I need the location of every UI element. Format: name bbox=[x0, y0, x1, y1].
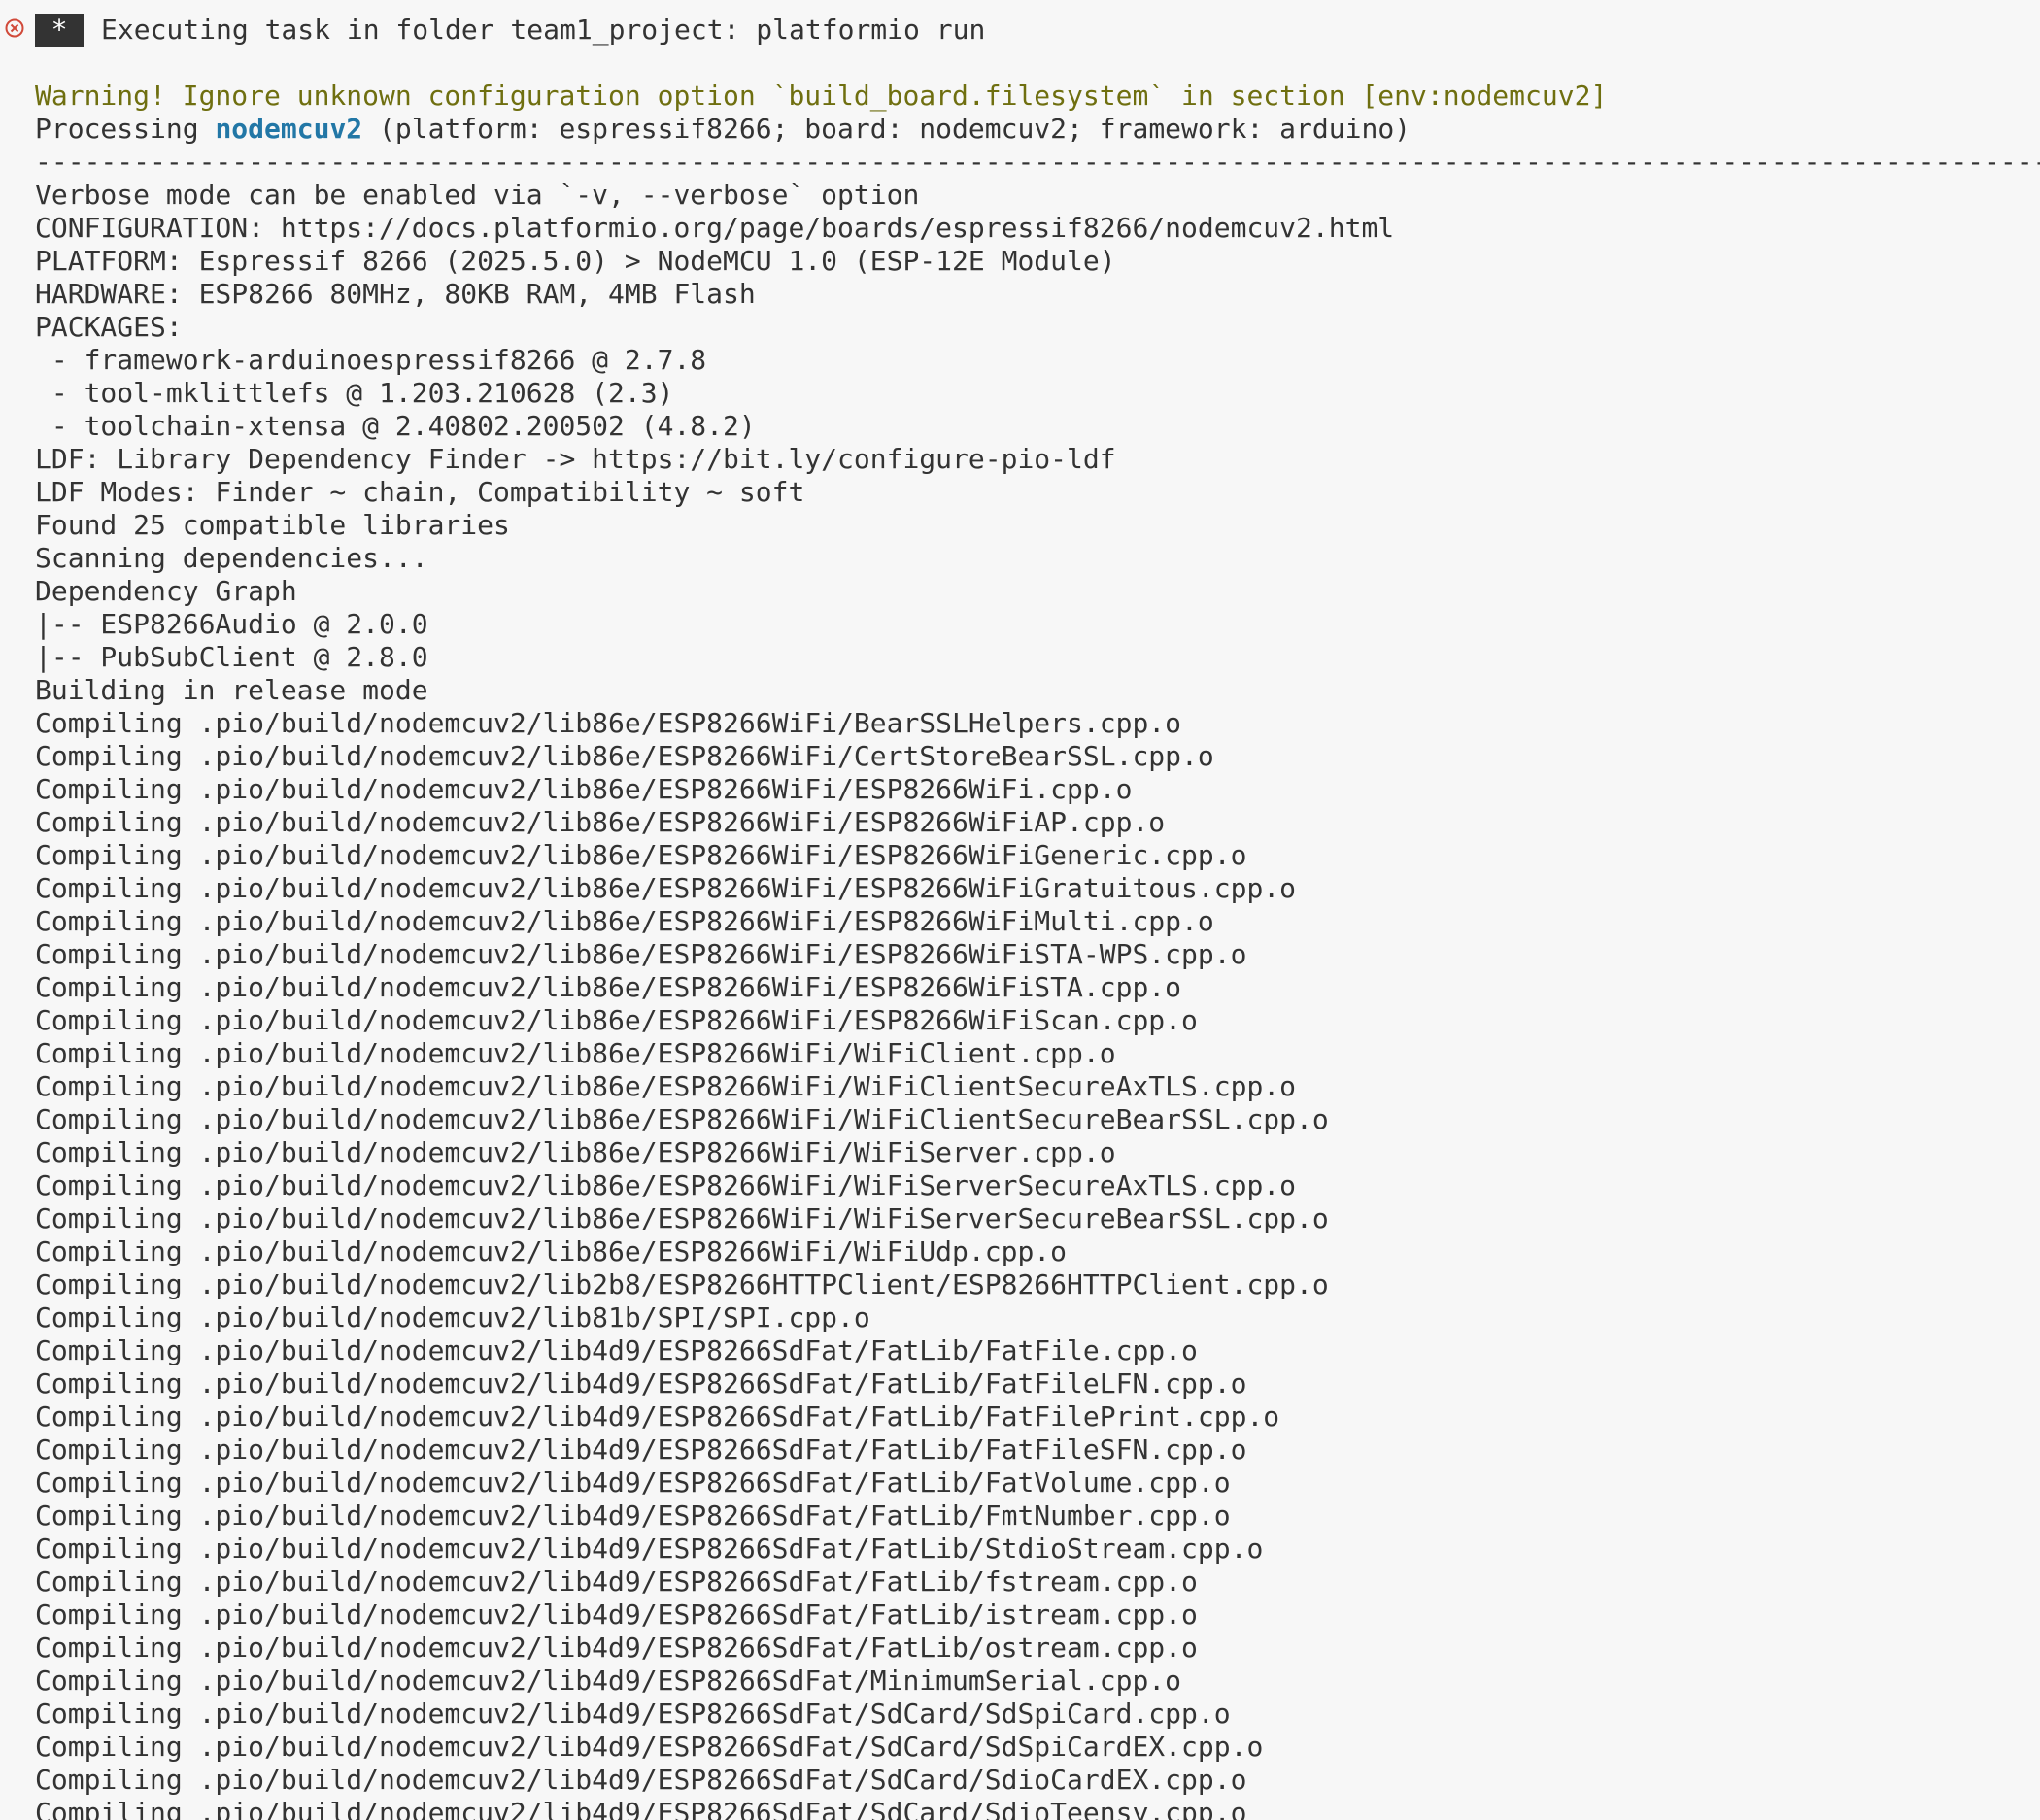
log-line: CONFIGURATION: https://docs.platformio.o… bbox=[35, 212, 1395, 244]
log-line: Compiling .pio/build/nodemcuv2/lib86e/ES… bbox=[35, 1070, 1297, 1102]
processing-line: Processing nodemcuv2 (platform: espressi… bbox=[35, 113, 2040, 146]
log-line: Compiling .pio/build/nodemcuv2/lib4d9/ES… bbox=[35, 1599, 1198, 1631]
log-line: Compiling .pio/build/nodemcuv2/lib4d9/ES… bbox=[35, 1334, 1198, 1366]
log-line: Compiling .pio/build/nodemcuv2/lib4d9/ES… bbox=[35, 1764, 1247, 1796]
log-line: Compiling .pio/build/nodemcuv2/lib86e/ES… bbox=[35, 938, 1247, 970]
log-line: Compiling .pio/build/nodemcuv2/lib4d9/ES… bbox=[35, 1797, 1247, 1820]
log-line: Compiling .pio/build/nodemcuv2/lib86e/ES… bbox=[35, 1169, 1297, 1201]
log-line: HARDWARE: ESP8266 80MHz, 80KB RAM, 4MB F… bbox=[35, 278, 756, 310]
log-line: Compiling .pio/build/nodemcuv2/lib4d9/ES… bbox=[35, 1698, 1231, 1730]
log-line: Verbose mode can be enabled via `-v, --v… bbox=[35, 179, 920, 211]
log-line: PLATFORM: Espressif 8266 (2025.5.0) > No… bbox=[35, 245, 1116, 277]
task-title: Executing task in folder team1_project: … bbox=[101, 14, 986, 46]
log-line: Compiling .pio/build/nodemcuv2/lib86e/ES… bbox=[35, 1235, 1068, 1267]
log-line: Scanning dependencies... bbox=[35, 542, 428, 574]
log-line: Compiling .pio/build/nodemcuv2/lib86e/ES… bbox=[35, 773, 1133, 805]
separator-line: ----------------------------------------… bbox=[35, 146, 2040, 178]
error-circle-icon bbox=[5, 18, 24, 38]
log-line: Compiling .pio/build/nodemcuv2/lib4d9/ES… bbox=[35, 1566, 1198, 1598]
log-line: Found 25 compatible libraries bbox=[35, 509, 510, 541]
log-line: LDF Modes: Finder ~ chain, Compatibility… bbox=[35, 476, 805, 508]
log-line: Compiling .pio/build/nodemcuv2/lib2b8/ES… bbox=[35, 1268, 1329, 1300]
log-line: Compiling .pio/build/nodemcuv2/lib4d9/ES… bbox=[35, 1400, 1280, 1432]
log-line: Compiling .pio/build/nodemcuv2/lib86e/ES… bbox=[35, 1103, 1329, 1135]
log-line: Compiling .pio/build/nodemcuv2/lib4d9/ES… bbox=[35, 1665, 1182, 1697]
log-line: - toolchain-xtensa @ 2.40802.200502 (4.8… bbox=[35, 410, 756, 442]
log-lines: Verbose mode can be enabled via `-v, --v… bbox=[35, 179, 2040, 1820]
log-line: |-- PubSubClient @ 2.8.0 bbox=[35, 641, 428, 673]
log-line: Dependency Graph bbox=[35, 575, 297, 607]
warning-line: Warning! Ignore unknown configuration op… bbox=[35, 80, 1608, 112]
log-line: Compiling .pio/build/nodemcuv2/lib4d9/ES… bbox=[35, 1632, 1198, 1664]
log-line: Compiling .pio/build/nodemcuv2/lib86e/ES… bbox=[35, 707, 1182, 739]
log-line: Compiling .pio/build/nodemcuv2/lib4d9/ES… bbox=[35, 1367, 1247, 1399]
log-line: LDF: Library Dependency Finder -> https:… bbox=[35, 443, 1116, 475]
task-header: * Executing task in folder team1_project… bbox=[0, 14, 2040, 49]
log-line: Compiling .pio/build/nodemcuv2/lib81b/SP… bbox=[35, 1301, 870, 1333]
log-line: - tool-mklittlefs @ 1.203.210628 (2.3) bbox=[35, 377, 674, 409]
processing-env: nodemcuv2 bbox=[215, 113, 363, 145]
log-line: Building in release mode bbox=[35, 674, 428, 706]
log-line: Compiling .pio/build/nodemcuv2/lib86e/ES… bbox=[35, 1004, 1198, 1036]
log-line: Compiling .pio/build/nodemcuv2/lib4d9/ES… bbox=[35, 1466, 1231, 1499]
log-line: Compiling .pio/build/nodemcuv2/lib86e/ES… bbox=[35, 1136, 1116, 1168]
log-line: Compiling .pio/build/nodemcuv2/lib4d9/ES… bbox=[35, 1433, 1247, 1466]
log-line: Compiling .pio/build/nodemcuv2/lib4d9/ES… bbox=[35, 1500, 1231, 1532]
log-line: Compiling .pio/build/nodemcuv2/lib86e/ES… bbox=[35, 839, 1247, 871]
log-line: Compiling .pio/build/nodemcuv2/lib86e/ES… bbox=[35, 1037, 1116, 1069]
log-line: Compiling .pio/build/nodemcuv2/lib86e/ES… bbox=[35, 872, 1297, 904]
log-line: Compiling .pio/build/nodemcuv2/lib86e/ES… bbox=[35, 1202, 1329, 1234]
log-line: Compiling .pio/build/nodemcuv2/lib86e/ES… bbox=[35, 740, 1214, 772]
log-line: Compiling .pio/build/nodemcuv2/lib86e/ES… bbox=[35, 806, 1166, 838]
processing-prefix: Processing bbox=[35, 113, 216, 145]
log-line: PACKAGES: bbox=[35, 311, 183, 343]
log-line: - framework-arduinoespressif8266 @ 2.7.8 bbox=[35, 344, 707, 376]
log-line: Compiling .pio/build/nodemcuv2/lib86e/ES… bbox=[35, 905, 1214, 937]
terminal-output[interactable]: Warning! Ignore unknown configuration op… bbox=[35, 80, 2040, 1820]
log-line: |-- ESP8266Audio @ 2.0.0 bbox=[35, 608, 428, 640]
terminal-panel[interactable]: * Executing task in folder team1_project… bbox=[0, 0, 2040, 1820]
processing-suffix: (platform: espressif8266; board: nodemcu… bbox=[362, 113, 1411, 145]
log-line: Compiling .pio/build/nodemcuv2/lib86e/ES… bbox=[35, 971, 1182, 1003]
log-line: Compiling .pio/build/nodemcuv2/lib4d9/ES… bbox=[35, 1533, 1264, 1565]
log-line: Compiling .pio/build/nodemcuv2/lib4d9/ES… bbox=[35, 1731, 1264, 1763]
task-badge: * bbox=[35, 14, 84, 47]
